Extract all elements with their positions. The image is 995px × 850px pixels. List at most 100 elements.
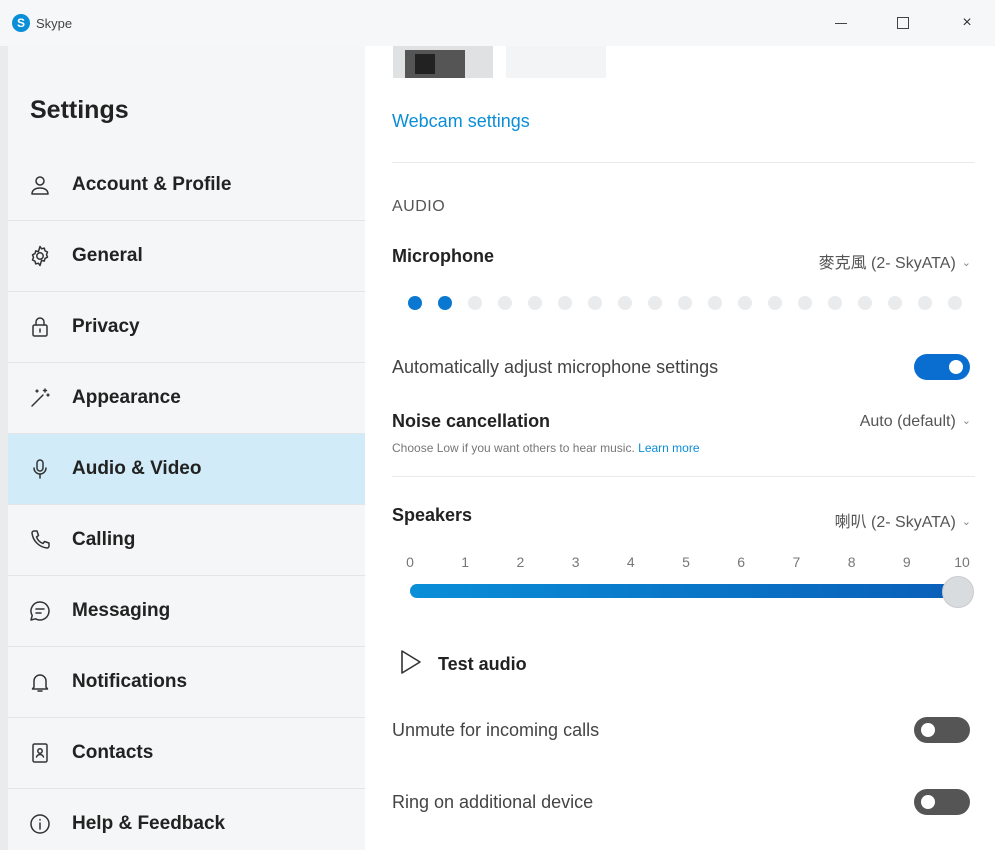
mic-level-dot xyxy=(618,296,632,310)
contact-card-icon xyxy=(26,739,54,767)
mic-level-dot xyxy=(768,296,782,310)
webcam-preview xyxy=(393,46,493,78)
speaker-volume-ticks: 0 1 2 3 4 5 6 7 8 9 10 xyxy=(404,554,972,574)
audio-section-label: AUDIO xyxy=(392,198,446,215)
settings-nav: Account & Profile General Privacy Appear… xyxy=(8,150,365,850)
chevron-down-icon: ⌄ xyxy=(961,415,971,427)
sidebar-item-label: Privacy xyxy=(72,316,140,337)
volume-tick-label: 10 xyxy=(954,554,970,570)
minimize-icon xyxy=(835,22,847,24)
bell-icon xyxy=(26,668,54,696)
sidebar-item-label: Calling xyxy=(72,529,136,550)
toggle-knob xyxy=(949,360,963,374)
mic-level-dot xyxy=(408,296,422,310)
minimize-button[interactable] xyxy=(818,8,864,38)
volume-tick-label: 9 xyxy=(902,554,911,570)
noise-cancellation-hint: Choose Low if you want others to hear mu… xyxy=(392,441,700,455)
mic-level-dot xyxy=(828,296,842,310)
volume-tick-label: 5 xyxy=(682,554,690,570)
unmute-incoming-label: Unmute for incoming calls xyxy=(392,720,600,740)
maximize-button[interactable] xyxy=(880,8,926,38)
sidebar-item-help-feedback[interactable]: Help & Feedback xyxy=(8,789,365,850)
sidebar-item-label: Notifications xyxy=(72,671,188,692)
mic-level-dot xyxy=(558,296,572,310)
speaker-volume-slider[interactable] xyxy=(410,584,958,598)
toggle-knob xyxy=(921,723,935,737)
sidebar-item-label: Help & Feedback xyxy=(72,813,226,834)
learn-more-link[interactable]: Learn more xyxy=(638,441,699,455)
close-button[interactable]: × xyxy=(944,8,990,38)
sidebar-item-label: General xyxy=(72,245,143,266)
window-title: Skype xyxy=(36,16,73,31)
volume-tick-label: 6 xyxy=(737,554,746,570)
sidebar-item-appearance[interactable]: Appearance xyxy=(8,363,365,434)
magic-wand-icon xyxy=(26,384,54,412)
settings-title: Settings xyxy=(30,96,129,124)
volume-tick-label: 8 xyxy=(847,554,856,570)
auto-adjust-mic-label: Automatically adjust microphone settings xyxy=(392,357,719,377)
sidebar-item-contacts[interactable]: Contacts xyxy=(8,718,365,789)
close-icon: × xyxy=(962,14,972,31)
speakers-device-dropdown[interactable]: 喇叭 (2- SkyATA) ⌄ xyxy=(835,508,971,532)
speakers-label: Speakers xyxy=(392,505,473,525)
speaker-volume-fill xyxy=(410,584,958,598)
phone-icon xyxy=(26,526,54,554)
webcam-preview-placeholder xyxy=(506,46,606,78)
test-audio-label: Test audio xyxy=(438,654,527,674)
chevron-down-icon: ⌄ xyxy=(961,516,971,528)
sidebar-item-label: Messaging xyxy=(72,600,171,621)
microphone-device-dropdown[interactable]: 麥克風 (2- SkyATA) ⌄ xyxy=(819,249,971,273)
sidebar-item-messaging[interactable]: Messaging xyxy=(8,576,365,647)
section-divider xyxy=(392,476,975,477)
webcam-preview-image xyxy=(405,50,465,78)
microphone-level-meter xyxy=(408,296,978,310)
mic-level-dot xyxy=(798,296,812,310)
volume-tick-label: 2 xyxy=(516,554,525,570)
noise-cancellation-hint-text: Choose Low if you want others to hear mu… xyxy=(392,441,635,455)
lock-icon xyxy=(26,313,54,341)
section-divider xyxy=(392,162,975,163)
microphone-device-value: 麥克風 (2- SkyATA) xyxy=(818,255,956,272)
sidebar-item-account-profile[interactable]: Account & Profile xyxy=(8,150,365,221)
mic-level-dot xyxy=(468,296,482,310)
mic-level-dot xyxy=(498,296,512,310)
speaker-volume-thumb[interactable] xyxy=(942,576,974,608)
auto-adjust-mic-toggle[interactable] xyxy=(914,354,970,380)
mic-level-dot xyxy=(948,296,962,310)
volume-tick-label: 4 xyxy=(626,554,635,570)
sidebar-strip xyxy=(0,46,8,850)
volume-tick-label: 0 xyxy=(406,554,414,570)
unmute-incoming-toggle[interactable] xyxy=(914,717,970,743)
mic-level-dot xyxy=(648,296,662,310)
maximize-icon xyxy=(897,17,909,29)
ring-additional-label: Ring on additional device xyxy=(392,792,594,812)
webcam-preview-figure xyxy=(415,54,435,74)
sidebar-item-calling[interactable]: Calling xyxy=(8,505,365,576)
sidebar-item-privacy[interactable]: Privacy xyxy=(8,292,365,363)
sidebar-item-label: Contacts xyxy=(72,742,154,763)
speakers-device-value: 喇叭 (2- SkyATA) xyxy=(834,514,956,531)
noise-cancellation-label: Noise cancellation xyxy=(392,411,551,431)
sidebar-item-label: Audio & Video xyxy=(72,458,202,479)
person-icon xyxy=(26,171,54,199)
chevron-down-icon: ⌄ xyxy=(961,257,971,269)
mic-level-dot xyxy=(918,296,932,310)
toggle-knob xyxy=(921,795,935,809)
volume-tick-label: 1 xyxy=(461,554,470,570)
sidebar-item-general[interactable]: General xyxy=(8,221,365,292)
mic-level-dot xyxy=(588,296,602,310)
gear-icon xyxy=(26,242,54,270)
play-icon xyxy=(398,648,424,681)
info-icon xyxy=(26,810,54,838)
noise-cancellation-dropdown[interactable]: Auto (default) ⌄ xyxy=(860,413,971,431)
sidebar-item-notifications[interactable]: Notifications xyxy=(8,647,365,718)
mic-level-dot xyxy=(708,296,722,310)
microphone-icon xyxy=(26,455,54,483)
webcam-settings-link[interactable]: Webcam settings xyxy=(392,111,530,132)
noise-cancellation-value: Auto (default) xyxy=(859,413,956,430)
microphone-label: Microphone xyxy=(392,246,494,266)
test-audio-button[interactable]: Test audio xyxy=(398,648,527,681)
ring-additional-toggle[interactable] xyxy=(914,789,970,815)
volume-tick-label: 7 xyxy=(792,554,801,570)
sidebar-item-audio-video[interactable]: Audio & Video xyxy=(8,434,365,505)
